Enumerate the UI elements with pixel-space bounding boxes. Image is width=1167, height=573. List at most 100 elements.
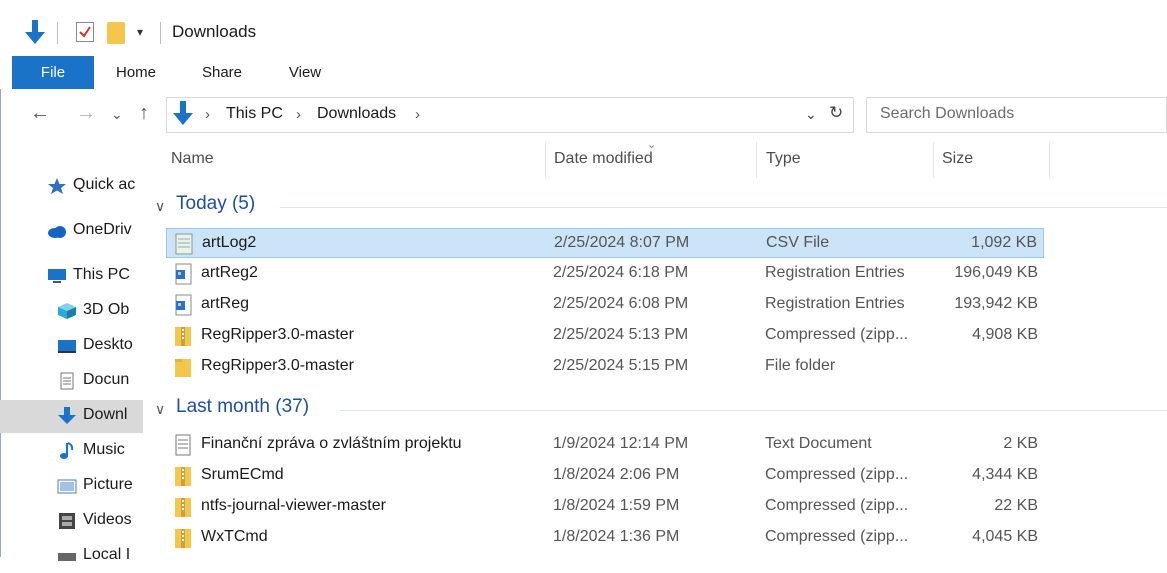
registry-file-icon — [175, 294, 192, 316]
title-separator — [160, 22, 161, 44]
group-divider — [340, 410, 1167, 411]
breadcrumb-separator[interactable]: › — [415, 106, 420, 123]
file-row[interactable]: SrumECmd 1/8/2024 2:06 PM Compressed (zipp… — [166, 461, 1044, 491]
file-size: 1,092 KB — [971, 234, 1037, 251]
file-name: artReg — [201, 295, 250, 312]
nav-item-label: 3D Ob — [83, 301, 130, 318]
up-arrow-icon[interactable]: ↑ — [139, 102, 149, 125]
nav-item-3d-ob[interactable]: 3D Ob — [0, 295, 143, 328]
forward-arrow-icon[interactable]: → — [76, 102, 96, 125]
customize-toolbar-chevron-icon[interactable]: ▾ — [137, 25, 143, 39]
nav-item-label: Picture — [83, 476, 133, 493]
file-row[interactable]: ntfs-journal-viewer-master 1/8/2024 1:59 … — [166, 492, 1044, 522]
ribbon-tabs — [0, 56, 1167, 89]
file-type: Compressed (zipp... — [765, 497, 909, 514]
nav-item-docun[interactable]: Docun — [0, 365, 143, 398]
quick-access-separator — [57, 22, 58, 44]
file-type: Compressed (zipp... — [765, 326, 909, 343]
nav-item-videos[interactable]: Videos — [0, 505, 143, 538]
nav-item-label: Downl — [83, 406, 128, 423]
file-size: 4,344 KB — [972, 466, 1038, 483]
column-divider[interactable] — [1049, 142, 1050, 178]
breadcrumb-this-pc[interactable]: This PC — [226, 105, 283, 123]
nav-item-label: Deskto — [83, 336, 133, 353]
folder-icon — [175, 359, 191, 377]
download-arrow-icon[interactable] — [24, 20, 46, 46]
nav-item-label: This PC — [73, 266, 130, 283]
music-icon — [60, 442, 74, 459]
text-file-icon — [175, 434, 191, 456]
nav-item-label: Quick ac — [73, 176, 136, 193]
nav-item-picture[interactable]: Picture — [0, 470, 143, 503]
file-row[interactable]: WxTCmd 1/8/2024 1:36 PM Compressed (zipp..… — [166, 523, 1044, 553]
file-row[interactable]: artReg 2/25/2024 6:08 PM Registration Entr… — [166, 290, 1044, 320]
download-icon — [58, 407, 76, 424]
column-divider[interactable] — [933, 142, 934, 178]
file-row[interactable]: RegRipper3.0-master 2/25/2024 5:13 PM Comp… — [166, 321, 1044, 351]
desktop-icon — [58, 340, 76, 353]
file-date-modified: 2/25/2024 5:15 PM — [553, 357, 689, 374]
file-row[interactable]: RegRipper3.0-master 2/25/2024 5:15 PM File… — [166, 352, 1044, 382]
tab-file[interactable]: File — [12, 56, 94, 89]
nav-item-quick-ac[interactable]: Quick ac — [0, 170, 143, 203]
new-folder-icon[interactable] — [107, 22, 125, 44]
tab-home[interactable]: Home — [105, 56, 167, 89]
nav-item-this-pc[interactable]: This PC — [0, 260, 143, 293]
star-icon — [48, 178, 66, 194]
nav-item-music[interactable]: Music — [0, 435, 143, 468]
file-date-modified: 2/25/2024 5:13 PM — [553, 326, 689, 343]
file-date-modified: 2/25/2024 6:18 PM — [553, 264, 689, 281]
nav-item-label: OneDriv — [73, 221, 132, 238]
nav-item-deskto[interactable]: Deskto — [0, 330, 143, 363]
column-divider[interactable] — [756, 142, 757, 178]
zip-folder-icon — [175, 467, 191, 486]
column-header-name[interactable]: Name — [171, 150, 214, 168]
group-header[interactable]: Last month (37) — [176, 396, 309, 418]
window-title: Downloads — [172, 22, 257, 41]
file-row[interactable]: Finanční zpráva o zvláštním projektu 1/9/… — [166, 430, 1044, 460]
file-size: 4,908 KB — [972, 326, 1038, 343]
file-size: 22 KB — [994, 497, 1038, 514]
pictures-icon — [57, 479, 77, 494]
breadcrumb-downloads[interactable]: Downloads — [317, 105, 396, 123]
nav-item-label: Local I — [83, 546, 131, 563]
back-arrow-icon[interactable]: ← — [30, 102, 50, 125]
file-row[interactable]: artReg2 2/25/2024 6:18 PM Registration Ent… — [166, 259, 1044, 289]
file-name: RegRipper3.0-master — [201, 326, 354, 343]
file-row[interactable]: artLog2 2/25/2024 8:07 PM CSV File 1,092 KB — [166, 228, 1044, 258]
column-divider[interactable] — [545, 142, 546, 178]
file-size: 196,049 KB — [954, 264, 1038, 281]
file-type: Registration Entries — [765, 295, 905, 312]
nav-item-onedriv[interactable]: OneDriv — [0, 215, 143, 248]
group-collapse-chevron-icon[interactable]: ∨ — [155, 198, 165, 215]
nav-item-downl[interactable]: Downl — [0, 400, 143, 433]
nav-item-label: Music — [83, 441, 125, 458]
file-date-modified: 1/8/2024 1:36 PM — [553, 528, 680, 545]
drive-icon — [58, 553, 76, 561]
group-collapse-chevron-icon[interactable]: ∨ — [155, 401, 165, 418]
file-type: Registration Entries — [765, 264, 905, 281]
column-header-size[interactable]: Size — [942, 150, 973, 168]
tab-view[interactable]: View — [274, 56, 336, 89]
tab-share[interactable]: Share — [190, 56, 254, 89]
nav-item-label: Docun — [83, 371, 130, 388]
group-header[interactable]: Today (5) — [176, 193, 255, 215]
file-name: artReg2 — [201, 264, 258, 281]
nav-item-label: Videos — [83, 511, 132, 528]
file-date-modified: 1/8/2024 2:06 PM — [553, 466, 680, 483]
column-header-date-modified[interactable]: Date modified — [554, 150, 653, 168]
address-history-chevron-icon[interactable]: ⌄ — [805, 106, 817, 123]
file-type: Text Document — [765, 435, 872, 452]
recent-locations-chevron-icon[interactable]: ⌄ — [111, 106, 123, 123]
cloud-icon — [48, 226, 66, 238]
zip-folder-icon — [175, 327, 191, 346]
search-input[interactable]: Search Downloads — [880, 105, 1014, 123]
file-size: 2 KB — [1003, 435, 1038, 452]
zip-folder-icon — [175, 498, 191, 517]
refresh-icon[interactable]: ↻ — [829, 103, 843, 123]
file-type: Compressed (zipp... — [765, 466, 909, 483]
film-icon — [59, 513, 75, 529]
column-header-type[interactable]: Type — [766, 150, 801, 168]
file-date-modified: 2/25/2024 8:07 PM — [554, 234, 690, 251]
properties-checkmark-icon[interactable] — [76, 22, 94, 42]
